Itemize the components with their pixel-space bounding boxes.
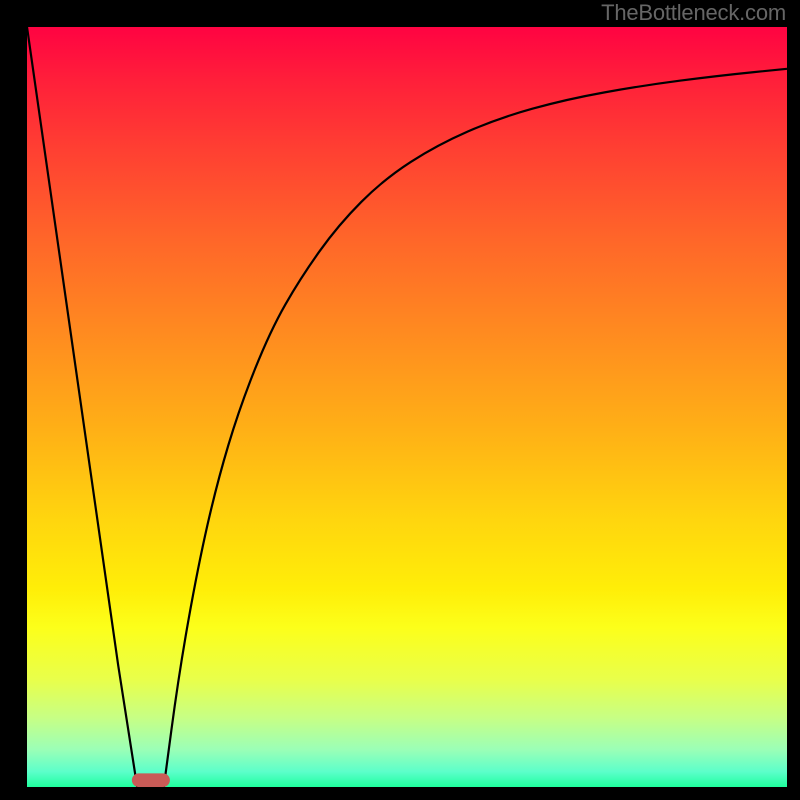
plot-area xyxy=(27,27,787,787)
attribution-text: TheBottleneck.com xyxy=(601,0,786,26)
bottom-marker xyxy=(132,773,170,787)
curve-svg xyxy=(27,27,787,787)
curve-left-leg xyxy=(27,27,137,787)
curve-right xyxy=(164,69,787,787)
chart-frame: TheBottleneck.com xyxy=(0,0,800,800)
